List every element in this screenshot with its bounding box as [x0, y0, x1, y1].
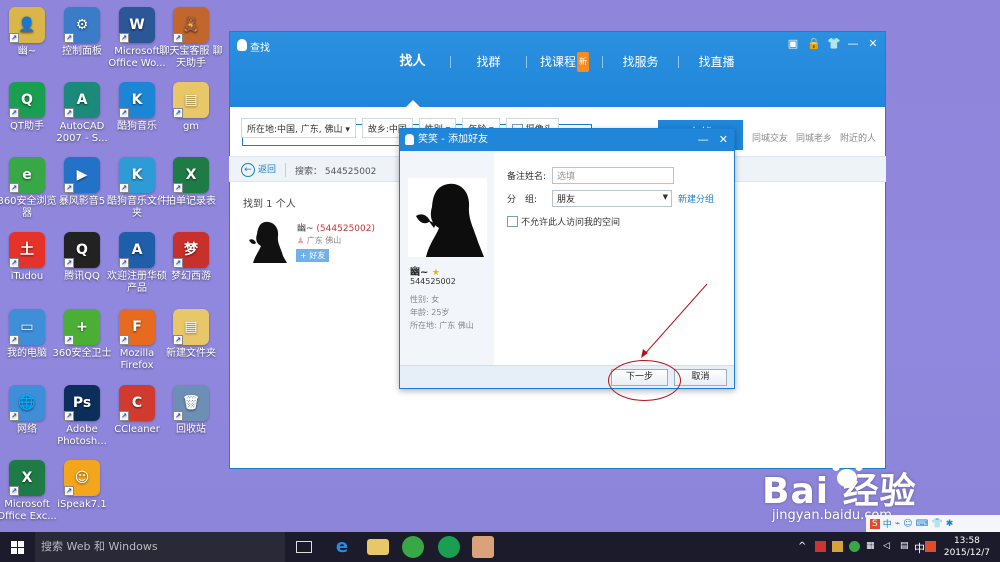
baidu-paw-icon	[832, 455, 863, 487]
edge-icon[interactable]: e	[331, 536, 353, 558]
taskbar-search[interactable]: 搜索 Web 和 Windows	[35, 532, 285, 562]
sogou-tray-icon[interactable]	[925, 541, 936, 552]
clock-time: 13:58	[953, 536, 980, 546]
volume-icon[interactable]: ◁	[883, 541, 894, 552]
browser-360-icon[interactable]	[402, 536, 424, 558]
clock[interactable]: 13:58 2015/12/7	[944, 535, 990, 559]
chat-assistant-icon[interactable]	[472, 536, 494, 558]
ime-mode-icon[interactable]: 中	[883, 517, 892, 530]
punct-icon[interactable]: ⌁	[895, 519, 900, 529]
ime-indicator[interactable]: 中	[914, 540, 925, 556]
taskbar: 搜索 Web 和 Windows e ^ ▦ ◁ ▤ 中 13:58 2015/…	[0, 532, 1000, 562]
shirt-icon[interactable]: 👕	[932, 519, 943, 529]
sogou-toolbar: S 中 ⌁ ☺ ⌨ 👕 ✱	[866, 515, 1000, 532]
network-icon[interactable]: ▦	[866, 541, 877, 552]
tray-app-icon[interactable]	[815, 541, 826, 552]
sogou-icon[interactable]: S	[870, 518, 880, 529]
start-button[interactable]	[11, 541, 24, 554]
qt-icon[interactable]	[438, 536, 460, 558]
tray-app-icon[interactable]	[832, 541, 843, 552]
chevron-up-icon[interactable]: ^	[798, 541, 809, 552]
annotation-circle	[608, 360, 681, 401]
keyboard-icon[interactable]: ⌨	[916, 519, 929, 529]
task-view-icon[interactable]	[296, 541, 312, 553]
file-explorer-icon[interactable]	[367, 539, 389, 555]
tools-icon[interactable]: ✱	[946, 519, 954, 529]
clock-date: 2015/12/7	[943, 548, 990, 558]
action-center-icon[interactable]: ▤	[900, 541, 911, 552]
emoji-icon[interactable]: ☺	[903, 519, 912, 529]
tray-360-icon[interactable]	[849, 541, 860, 552]
